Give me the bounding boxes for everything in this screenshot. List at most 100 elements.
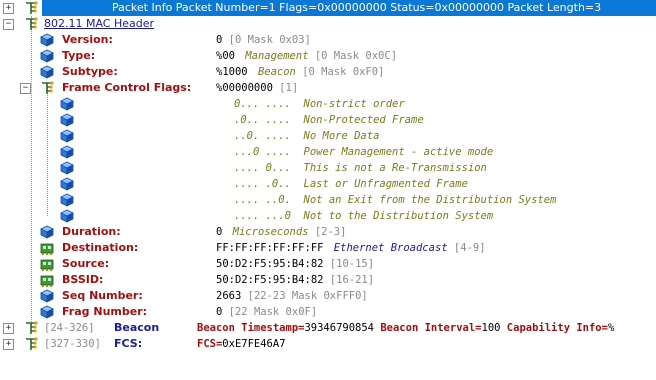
field-row-seq-number[interactable]: Seq Number: 2663 [22-23 Mask 0xFFF0] <box>0 288 656 304</box>
field-label: Frame Control Flags: <box>62 81 192 94</box>
beacon-ts-value: 39346790854 <box>304 322 375 334</box>
field-extra: [22 Mask 0x0F] <box>228 306 318 318</box>
field-extra: [2-3] <box>314 226 347 238</box>
field-label: BSSID: <box>62 273 104 286</box>
field-row-bssid[interactable]: BSSID: 50:D2:F5:95:B4:82 [16-21] <box>0 272 656 288</box>
field-label: Frag Number: <box>62 305 148 318</box>
collapse-icon[interactable]: − <box>20 83 31 94</box>
beacon-interval-label: Beacon Interval= <box>380 322 482 334</box>
expand-icon[interactable]: + <box>3 323 14 334</box>
mac-header-label[interactable]: 802.11 MAC Header <box>44 16 154 32</box>
flag-text: .... ...0 Not to the Distribution System <box>234 210 494 222</box>
field-value: 0 <box>216 226 223 238</box>
cube-icon <box>40 225 54 239</box>
tree-icon <box>41 81 54 95</box>
packet-info-text: Packet Info Packet Number=1 Flags=0x0000… <box>112 1 602 14</box>
field-row-version[interactable]: Version: 0 [0 Mask 0x03] <box>0 32 656 48</box>
field-row-subtype[interactable]: Subtype: %1000 Beacon [0 Mask 0xF0] <box>0 64 656 80</box>
mac-header-row[interactable]: − 802.11 MAC Header <box>0 16 656 32</box>
cube-icon <box>60 113 74 127</box>
field-value: 50:D2:F5:95:B4:82 <box>216 258 324 270</box>
field-desc: Management <box>245 50 309 62</box>
flag-row[interactable]: ..0. .... No More Data <box>0 128 656 144</box>
field-row-duration[interactable]: Duration: 0 Microseconds [2-3] <box>0 224 656 240</box>
fcs-row[interactable]: + [327-330] FCS: FCS=0xE7FE46A7 <box>0 336 656 352</box>
flag-row[interactable]: .0.. .... Non-Protected Frame <box>0 112 656 128</box>
beacon-interval-value: 100 <box>481 322 501 334</box>
field-label: Type: <box>62 49 96 62</box>
tree-icon <box>25 321 38 335</box>
flag-row[interactable]: .... ...0 Not to the Distribution System <box>0 208 656 224</box>
field-row-source[interactable]: Source: 50:D2:F5:95:B4:82 [10-15] <box>0 256 656 272</box>
flag-text: .... 0... This is not a Re-Transmission <box>234 162 487 174</box>
field-value: 0 <box>216 34 223 46</box>
flag-text: 0... .... Non-strict order <box>234 98 405 110</box>
field-label: Destination: <box>62 241 139 254</box>
cube-icon <box>60 177 74 191</box>
beacon-range: [24-326] <box>44 322 95 334</box>
collapse-icon[interactable]: − <box>3 19 14 30</box>
selection-highlight: Packet Info Packet Number=1 Flags=0x0000… <box>42 0 656 16</box>
field-label: Duration: <box>62 225 121 238</box>
expand-icon[interactable]: + <box>3 339 14 350</box>
tree-icon <box>25 337 38 351</box>
tree-icon <box>25 17 38 31</box>
fcs-value-label: FCS= <box>197 338 223 350</box>
field-desc: Microseconds <box>232 226 309 238</box>
flag-row[interactable]: .... ..0. Not an Exit from the Distribut… <box>0 192 656 208</box>
cube-icon <box>60 161 74 175</box>
flag-text: ...0 .... Power Management - active mode <box>234 146 494 158</box>
beacon-label: Beacon <box>114 321 160 334</box>
field-extra: [1] <box>279 82 299 94</box>
flag-text: ..0. .... No More Data <box>234 130 380 142</box>
field-label: Subtype: <box>62 65 118 78</box>
cube-icon <box>40 289 54 303</box>
field-value: FF:FF:FF:FF:FF:FF <box>216 242 324 254</box>
cube-icon <box>60 97 74 111</box>
cube-icon <box>40 49 54 63</box>
expand-icon[interactable]: + <box>3 3 14 14</box>
field-row-destination[interactable]: Destination: FF:FF:FF:FF:FF:FF Ethernet … <box>0 240 656 256</box>
field-label: Seq Number: <box>62 289 143 302</box>
flag-text: .... ..0. Not an Exit from the Distribut… <box>234 194 557 206</box>
network-card-icon <box>40 259 54 271</box>
field-extra: [0 Mask 0x03] <box>228 34 311 46</box>
network-card-icon <box>40 275 54 287</box>
tree-icon <box>25 1 38 15</box>
beacon-capability-label: Capability Info= <box>506 322 608 334</box>
field-value: 50:D2:F5:95:B4:82 <box>216 274 324 286</box>
fcs-label: FCS: <box>114 337 143 350</box>
field-value: 2663 <box>216 290 242 302</box>
flag-text: .... .0.. Last or Unfragmented Frame <box>234 178 468 190</box>
field-label: Source: <box>62 257 110 270</box>
beacon-row[interactable]: + [24-326] Beacon Beacon Timestamp=39346… <box>0 320 656 336</box>
fcs-range: [327-330] <box>44 338 101 350</box>
flag-row[interactable]: ...0 .... Power Management - active mode <box>0 144 656 160</box>
field-value: %1000 <box>216 66 248 78</box>
cube-icon <box>60 129 74 143</box>
flag-row[interactable]: 0... .... Non-strict order <box>0 96 656 112</box>
flag-row[interactable]: .... .0.. Last or Unfragmented Frame <box>0 176 656 192</box>
beacon-capability-value: % <box>607 322 615 334</box>
field-extra: [22-23 Mask 0xFFF0] <box>247 290 368 302</box>
cube-icon <box>60 145 74 159</box>
packet-info-row[interactable]: + Packet Info Packet Number=1 Flags=0x00… <box>0 0 656 16</box>
field-desc: Ethernet Broadcast <box>333 242 448 254</box>
network-card-icon <box>40 243 54 255</box>
cube-icon <box>40 305 54 319</box>
fcs-value: 0xE7FE46A7 <box>222 338 286 350</box>
field-extra: [16-21] <box>329 274 375 286</box>
flag-row[interactable]: .... 0... This is not a Re-Transmission <box>0 160 656 176</box>
field-row-type[interactable]: Type: %00 Management [0 Mask 0x0C] <box>0 48 656 64</box>
field-extra: [0 Mask 0x0C] <box>314 50 398 62</box>
field-extra: [4-9] <box>453 242 486 254</box>
field-value: %00000000 <box>216 82 273 94</box>
cube-icon <box>40 65 54 79</box>
flag-text: .0.. .... Non-Protected Frame <box>234 114 424 126</box>
field-value: 0 <box>216 306 223 318</box>
field-row-frag-number[interactable]: Frag Number: 0 [22 Mask 0x0F] <box>0 304 656 320</box>
field-row-frame-control-flags[interactable]: − Frame Control Flags: %00000000 [1] <box>0 80 656 96</box>
field-extra: [0 Mask 0xF0] <box>302 66 385 78</box>
cube-icon <box>60 193 74 207</box>
beacon-ts-label: Beacon Timestamp= <box>197 322 305 334</box>
